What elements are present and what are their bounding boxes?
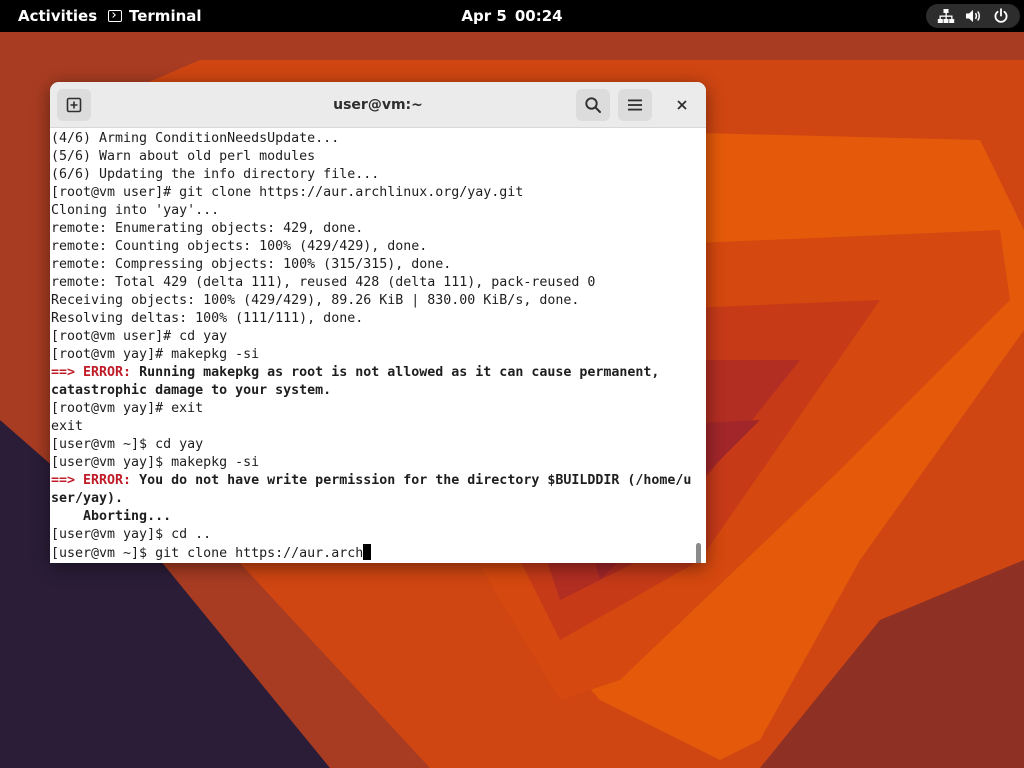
terminal-view[interactable]: (4/6) Arming ConditionNeedsUpdate... (5/6… <box>50 128 706 563</box>
terminal-line: Cloning into 'yay'... <box>51 202 691 220</box>
terminal-line: [user@vm yay]$ makepkg -si <box>51 454 691 472</box>
clock-time[interactable]: 00:24 <box>515 7 563 25</box>
terminal-line-text: (6/6) Updating the info directory file..… <box>51 167 380 182</box>
top-bar: Activities Terminal Apr 5 00:24 <box>0 0 1024 32</box>
terminal-line: [user@vm ~]$ git clone https://aur.arch <box>51 544 691 562</box>
network-wired-icon <box>937 9 955 23</box>
terminal-line: ==> ERROR: You do not have write permiss… <box>51 472 691 490</box>
terminal-line: remote: Counting objects: 100% (429/429)… <box>51 238 691 256</box>
error-prefix: ==> ERROR: <box>51 365 132 380</box>
terminal-line-text: remote: Counting objects: 100% (429/429)… <box>51 239 428 254</box>
terminal-line-text: [root@vm yay]# makepkg -si <box>51 347 260 362</box>
new-tab-icon <box>66 97 82 113</box>
terminal-line: [root@vm user]# git clone https://aur.ar… <box>51 184 691 202</box>
terminal-line-text: remote: Enumerating objects: 429, done. <box>51 221 364 236</box>
terminal-line-text: [user@vm ~]$ cd yay <box>51 437 204 452</box>
terminal-line: (5/6) Warn about old perl modules <box>51 148 691 166</box>
terminal-line-text: Resolving deltas: 100% (111/111), done. <box>51 311 364 326</box>
terminal-line: Receiving objects: 100% (429/429), 89.26… <box>51 292 691 310</box>
terminal-line-text: (5/6) Warn about old perl modules <box>51 149 316 164</box>
terminal-line-text: ser/yay). <box>51 491 124 506</box>
terminal-line-text: Running makepkg as root is not allowed a… <box>131 365 660 380</box>
close-button[interactable] <box>670 93 694 117</box>
clock-date[interactable]: Apr 5 <box>461 7 506 25</box>
terminal-line-text: remote: Total 429 (delta 111), reused 42… <box>51 275 596 290</box>
terminal-app-icon <box>108 10 122 22</box>
terminal-line-text: [user@vm ~]$ git clone https://aur.arch <box>51 546 364 561</box>
terminal-window: user@vm:~ (4/6) Arming ConditionNeedsUpd… <box>50 82 706 563</box>
error-prefix: ==> ERROR: <box>51 473 132 488</box>
desktop: Activities Terminal Apr 5 00:24 user@vm:… <box>0 0 1024 768</box>
terminal-line-text: (4/6) Arming ConditionNeedsUpdate... <box>51 131 340 146</box>
main-menu-button[interactable] <box>618 89 652 121</box>
system-status-menu[interactable] <box>926 4 1020 28</box>
terminal-line-text: catastrophic damage to your system. <box>51 383 332 398</box>
terminal-line: exit <box>51 418 691 436</box>
terminal-line-text: [user@vm yay]$ makepkg -si <box>51 455 260 470</box>
terminal-output: (4/6) Arming ConditionNeedsUpdate... (5/6… <box>51 130 691 562</box>
title-bar[interactable]: user@vm:~ <box>50 82 706 128</box>
search-icon <box>585 97 601 113</box>
terminal-line-text: Aborting... <box>51 509 172 524</box>
close-icon <box>677 100 687 110</box>
app-name-label: Terminal <box>129 7 202 25</box>
terminal-line: [root@vm yay]# makepkg -si <box>51 346 691 364</box>
terminal-line: [user@vm yay]$ cd .. <box>51 526 691 544</box>
terminal-line-text: Receiving objects: 100% (429/429), 89.26… <box>51 293 580 308</box>
terminal-line-text: remote: Compressing objects: 100% (315/3… <box>51 257 452 272</box>
activities-button[interactable]: Activities <box>0 0 115 32</box>
terminal-line: ==> ERROR: Running makepkg as root is no… <box>51 364 691 382</box>
terminal-line: Aborting... <box>51 508 691 526</box>
terminal-line: remote: Total 429 (delta 111), reused 42… <box>51 274 691 292</box>
search-button[interactable] <box>576 89 610 121</box>
volume-icon <box>966 10 981 22</box>
terminal-line: (6/6) Updating the info directory file..… <box>51 166 691 184</box>
terminal-line-text: You do not have write permission for the… <box>131 473 692 488</box>
terminal-line: remote: Enumerating objects: 429, done. <box>51 220 691 238</box>
terminal-line: Resolving deltas: 100% (111/111), done. <box>51 310 691 328</box>
terminal-line: [root@vm yay]# exit <box>51 400 691 418</box>
app-menu-button[interactable]: Terminal <box>108 0 202 32</box>
text-cursor <box>363 544 372 560</box>
scrollbar[interactable] <box>696 543 701 563</box>
terminal-line: [root@vm user]# cd yay <box>51 328 691 346</box>
terminal-line: remote: Compressing objects: 100% (315/3… <box>51 256 691 274</box>
terminal-line: ser/yay). <box>51 490 691 508</box>
power-icon <box>994 8 1008 23</box>
terminal-line-text: Cloning into 'yay'... <box>51 203 220 218</box>
scrollbar-thumb[interactable] <box>696 543 701 563</box>
terminal-line-text: [root@vm user]# cd yay <box>51 329 228 344</box>
terminal-line-text: [root@vm yay]# exit <box>51 401 204 416</box>
terminal-line: catastrophic damage to your system. <box>51 382 691 400</box>
terminal-line: [user@vm ~]$ cd yay <box>51 436 691 454</box>
new-tab-button[interactable] <box>57 89 91 121</box>
terminal-line-text: [root@vm user]# git clone https://aur.ar… <box>51 185 524 200</box>
terminal-line: (4/6) Arming ConditionNeedsUpdate... <box>51 130 691 148</box>
terminal-line-text: [user@vm yay]$ cd .. <box>51 527 212 542</box>
hamburger-menu-icon <box>628 99 642 111</box>
terminal-line-text: exit <box>51 419 84 434</box>
